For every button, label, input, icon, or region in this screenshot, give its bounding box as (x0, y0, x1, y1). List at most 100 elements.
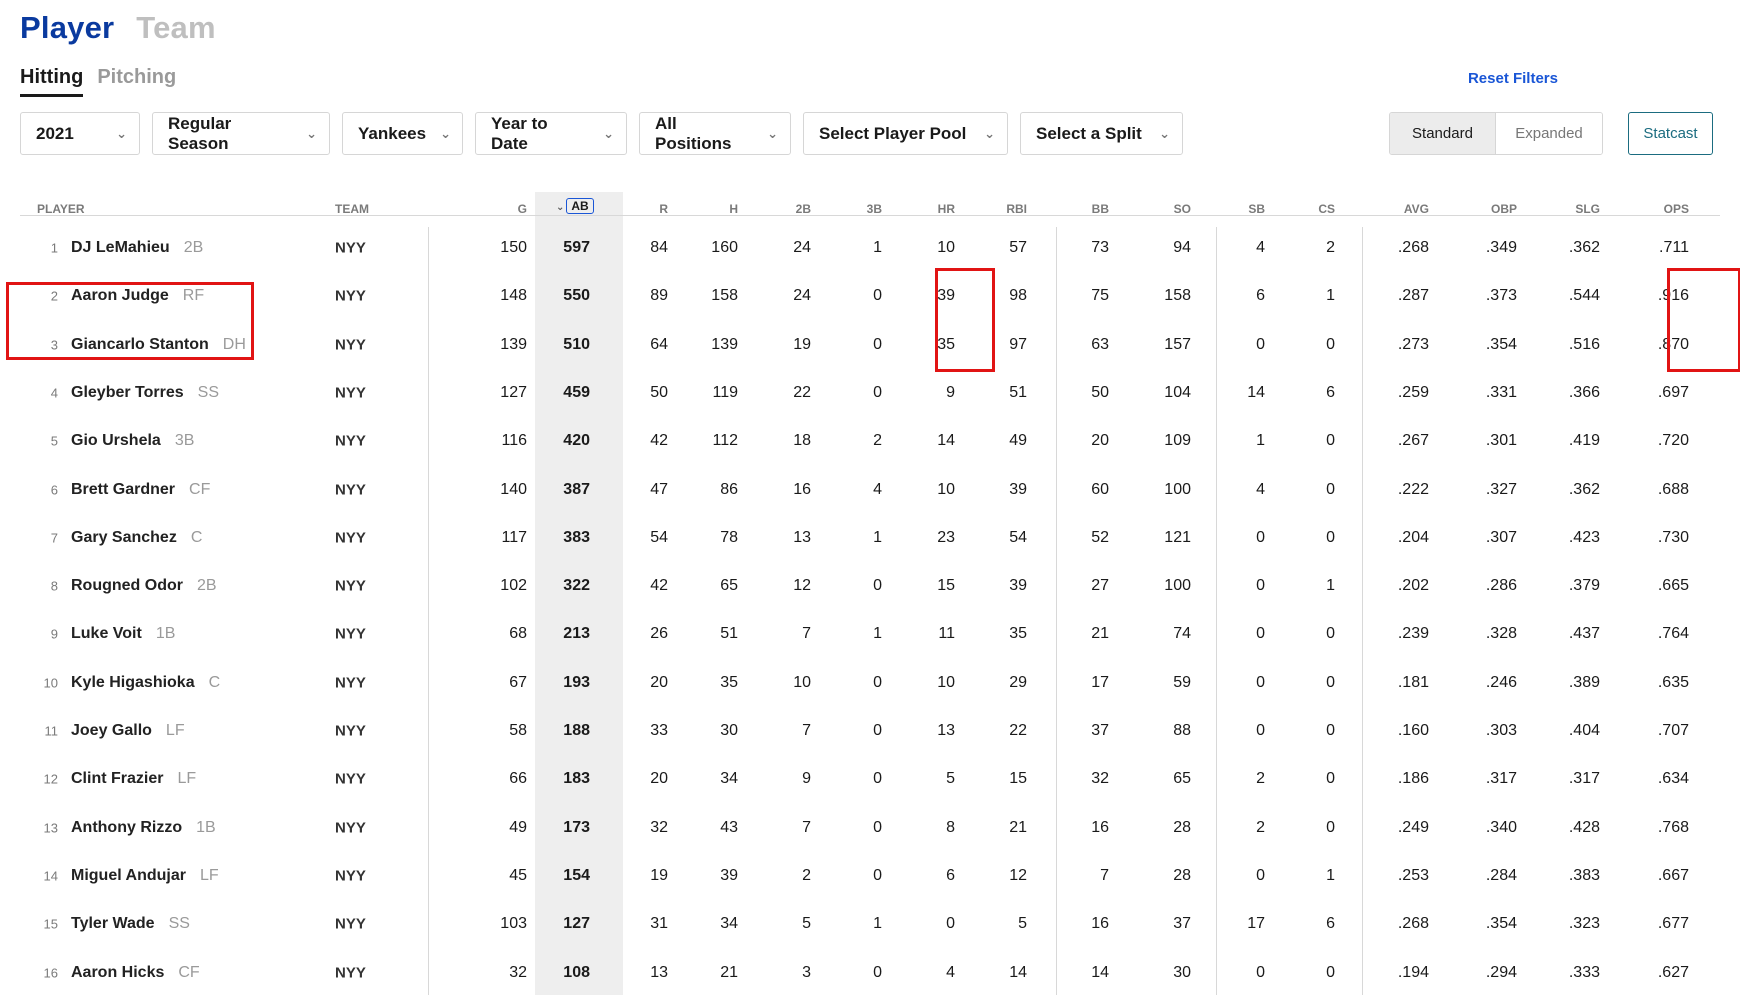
stat-hr: 14 (937, 432, 955, 450)
header-g[interactable]: G (518, 202, 527, 216)
tab-hitting[interactable]: Hitting (20, 66, 84, 97)
stat-rbi: 98 (1009, 287, 1027, 305)
tab-pitching[interactable]: Pitching (97, 66, 176, 97)
stat-obp: .327 (1485, 480, 1517, 498)
stat-g: 150 (500, 239, 527, 256)
chevron-down-icon: ⌄ (440, 125, 451, 141)
stat-ops: .627 (1657, 963, 1689, 981)
header-so[interactable]: SO (1174, 202, 1191, 216)
filter-bar: 2021 ⌄ Regular Season ⌄ Yankees ⌄ Year to D… (20, 112, 1183, 155)
table-row: 8 Rougned Odor 2B NYY 102 322 42 65 12 0 15 39 27 100… (20, 562, 1720, 610)
player-name-link[interactable]: Clint Frazier LF (71, 770, 196, 788)
player-name-link[interactable]: Aaron Hicks CF (71, 964, 200, 982)
row-team: NYY (335, 625, 366, 643)
header-hr[interactable]: HR (938, 202, 955, 216)
player-name-link[interactable]: Rougned Odor 2B (71, 577, 217, 595)
header-sb[interactable]: SB (1248, 202, 1265, 216)
row-rank: 16 (43, 965, 58, 980)
player-name: Clint Frazier (71, 770, 164, 788)
stat-d: 16 (793, 480, 811, 498)
player-name-link[interactable]: Anthony Rizzo 1B (71, 819, 216, 837)
player-name-link[interactable]: Gary Sanchez C (71, 529, 202, 547)
stat-ab: 183 (563, 770, 590, 788)
period-select[interactable]: Year to Date ⌄ (475, 112, 627, 155)
stat-t: 0 (873, 577, 882, 595)
stat-so: 74 (1173, 625, 1191, 643)
stat-bb: 75 (1091, 287, 1109, 305)
tab-team[interactable]: Team (136, 10, 215, 46)
stat-bb: 37 (1091, 722, 1109, 739)
header-3b[interactable]: 3B (867, 202, 882, 216)
player-name-link[interactable]: Luke Voit 1B (71, 625, 175, 643)
stat-cs: 0 (1326, 480, 1335, 498)
player-name-link[interactable]: Tyler Wade SS (71, 915, 190, 933)
year-select[interactable]: 2021 ⌄ (20, 112, 140, 155)
stat-g: 49 (509, 818, 527, 836)
stat-obp: .331 (1485, 383, 1517, 401)
split-select[interactable]: Select a Split ⌄ (1020, 112, 1183, 155)
stat-r: 20 (650, 770, 668, 788)
positions-select[interactable]: All Positions ⌄ (639, 112, 791, 155)
stat-ops: .677 (1657, 915, 1689, 933)
season-select[interactable]: Regular Season ⌄ (152, 112, 330, 155)
team-select[interactable]: Yankees ⌄ (342, 112, 463, 155)
stat-ops: .697 (1657, 383, 1689, 401)
stat-avg: .160 (1397, 722, 1429, 739)
row-team: NYY (335, 432, 366, 450)
stat-cs: 0 (1326, 673, 1335, 691)
row-rank: 8 (50, 578, 58, 594)
table-row: 3 Giancarlo Stanton DH NYY 139 510 64 139 19 0 35 9… (20, 321, 1720, 369)
stat-cs: 0 (1326, 528, 1335, 546)
header-avg[interactable]: AVG (1404, 202, 1429, 216)
header-team[interactable]: TEAM (335, 202, 369, 216)
statcast-button[interactable]: Statcast (1628, 112, 1713, 155)
stat-t: 0 (873, 673, 882, 691)
stat-so: 104 (1164, 383, 1191, 401)
stat-g: 139 (500, 335, 527, 353)
player-name-link[interactable]: Kyle Higashioka C (71, 674, 220, 692)
stat-avg: .204 (1397, 528, 1429, 546)
player-name-link[interactable]: Joey Gallo LF (71, 722, 185, 740)
stat-slg: .544 (1568, 287, 1600, 305)
stat-r: 42 (650, 577, 668, 595)
expanded-view-button[interactable]: Expanded (1496, 113, 1602, 154)
header-h[interactable]: H (729, 202, 738, 216)
header-ops[interactable]: OPS (1664, 202, 1689, 216)
stat-sb: 14 (1247, 383, 1265, 401)
stat-t: 0 (873, 383, 882, 401)
stat-t: 0 (873, 335, 882, 353)
player-name-link[interactable]: Brett Gardner CF (71, 481, 210, 499)
player-name: Rougned Odor (71, 577, 183, 595)
standard-view-button[interactable]: Standard (1390, 113, 1496, 154)
header-2b[interactable]: 2B (796, 202, 811, 216)
header-cs[interactable]: CS (1318, 202, 1335, 216)
header-r[interactable]: R (659, 202, 668, 216)
table-row: 6 Brett Gardner CF NYY 140 387 47 86 16 4 10 39 60 10… (20, 466, 1720, 514)
player-name-link[interactable]: Miguel Andujar LF (71, 867, 219, 885)
player-pool-select[interactable]: Select Player Pool ⌄ (803, 112, 1008, 155)
stat-ab: 322 (563, 577, 590, 595)
row-team: NYY (335, 481, 366, 498)
stat-avg: .253 (1397, 866, 1429, 884)
stat-t: 4 (873, 480, 882, 498)
stat-avg: .287 (1397, 287, 1429, 305)
stat-rbi: 51 (1009, 383, 1027, 401)
header-obp[interactable]: OBP (1491, 202, 1517, 216)
stat-sb: 0 (1256, 722, 1265, 739)
reset-filters-link[interactable]: Reset Filters (1468, 70, 1558, 87)
header-player[interactable]: PLAYER (37, 202, 85, 216)
player-name-link[interactable]: Gleyber Torres SS (71, 384, 219, 402)
player-name-link[interactable]: DJ LeMahieu 2B (71, 239, 203, 257)
stat-d: 7 (802, 818, 811, 836)
header-ab[interactable]: ⌄ AB (556, 198, 594, 214)
player-name-link[interactable]: Gio Urshela 3B (71, 432, 194, 450)
stat-cs: 6 (1326, 383, 1335, 401)
tab-player[interactable]: Player (20, 10, 114, 46)
header-rbi[interactable]: RBI (1006, 202, 1027, 216)
stat-g: 148 (500, 287, 527, 305)
row-team: NYY (335, 529, 366, 547)
highlight-box-hr (935, 268, 995, 372)
header-slg[interactable]: SLG (1575, 202, 1600, 216)
table-row: 9 Luke Voit 1B NYY 68 213 26 51 7 1 11 35 21 74 0 0.239… (20, 610, 1720, 658)
header-bb[interactable]: BB (1092, 202, 1109, 216)
